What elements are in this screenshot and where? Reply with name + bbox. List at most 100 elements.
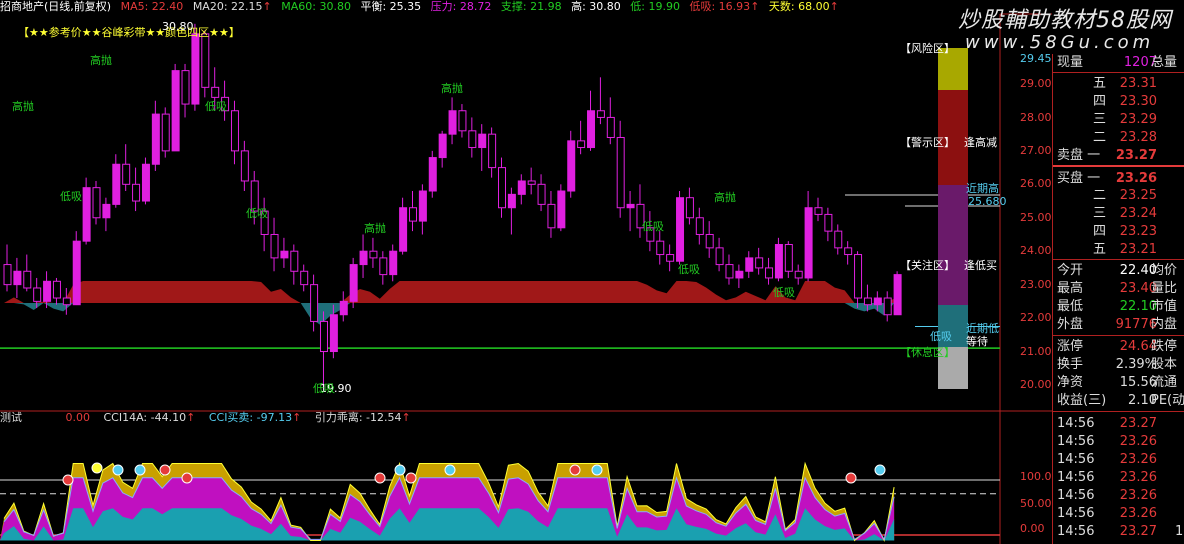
signal-dot <box>62 474 74 486</box>
tick-row: 14:56 23.26 <box>1057 488 1157 503</box>
bid-row[interactable]: 三 23.24 <box>1057 206 1184 222</box>
candle-body <box>705 233 714 249</box>
ma60-value: MA60: 30.80 <box>281 0 351 13</box>
candle-body <box>72 240 81 306</box>
candle-body <box>794 270 803 279</box>
bid-row[interactable]: 四 23.23 <box>1057 224 1184 240</box>
cci14a-value: CCI14A: -44.10↑ <box>103 411 196 424</box>
divider <box>1053 335 1184 336</box>
candle-body <box>23 270 32 289</box>
low-buy-marker: 低吸 <box>60 190 82 203</box>
candle-body <box>408 207 417 222</box>
signal-dot <box>405 472 417 484</box>
candle-body <box>517 180 526 195</box>
candle-body <box>478 133 487 149</box>
price-chart[interactable] <box>0 0 1052 544</box>
candle-body <box>824 213 833 232</box>
tick-row: 14:56 23.27 1 <box>1057 524 1184 539</box>
zone-watch-label: 【关注区】 <box>900 259 955 272</box>
candle-body <box>349 264 358 302</box>
candle-body <box>666 254 675 262</box>
ask-row[interactable]: 二 23.28 <box>1057 130 1184 146</box>
bid-row[interactable]: 二 23.25 <box>1057 188 1184 204</box>
low-absorb-value: 低吸: 16.93↑ <box>689 0 760 13</box>
stat-row: 最低 22.10 市值 <box>1057 299 1178 314</box>
main-header: 招商地产(日线,前复权) MA5: 22.40 MA20: 22.15↑ MA6… <box>0 0 845 14</box>
zone-risk-label: 【风险区】 <box>900 42 955 55</box>
price-axis-label: 20.00 <box>1020 378 1052 391</box>
candle-body <box>587 110 596 149</box>
candle-body <box>240 150 249 182</box>
price-axis-label: 27.00 <box>1020 144 1052 157</box>
candle-body <box>389 250 398 276</box>
signal-dot <box>159 464 171 476</box>
candle-body <box>498 167 507 209</box>
low-buy-marker: 低吸 <box>246 207 268 220</box>
candle-body <box>804 207 813 279</box>
candle-body <box>547 203 556 229</box>
ask-row[interactable]: 卖盘 一 23.27 <box>1057 148 1184 164</box>
high-value: 高: 30.80 <box>571 0 621 13</box>
bid-row[interactable]: 五 23.21 <box>1057 242 1184 258</box>
ask-row[interactable]: 五 23.31 <box>1057 76 1184 92</box>
signal-dot <box>91 462 103 474</box>
candle-body <box>290 250 299 272</box>
candle-body <box>863 297 872 306</box>
candle-body <box>270 233 279 259</box>
candle-body <box>13 270 22 286</box>
signal-dot <box>569 464 581 476</box>
candle-body <box>893 274 902 316</box>
candle-body <box>537 183 546 205</box>
high-sell-marker: 高抛 <box>714 191 736 204</box>
legend-banner: 【★★参考价★★谷峰彩带★★颜色四区★★】 <box>18 26 240 39</box>
candle-body <box>428 157 437 192</box>
candle-body <box>379 257 388 276</box>
candle-body <box>43 280 52 302</box>
candle-body <box>596 110 605 118</box>
candle-body <box>329 314 338 353</box>
divider <box>1053 259 1184 260</box>
candle-body <box>82 187 91 242</box>
days-value: 天数: 68.00↑ <box>768 0 839 13</box>
zone-near-high-value: 25.680 <box>968 195 1007 208</box>
zone-warning-label: 【警示区】 <box>900 136 955 149</box>
zone-watch-block <box>938 185 968 305</box>
balance-value: 平衡: 25.35 <box>360 0 422 13</box>
price-axis-label: 25.00 <box>1020 211 1052 224</box>
stock-chart-window: 招商地产(日线,前复权) MA5: 22.40 MA20: 22.15↑ MA6… <box>0 0 1184 544</box>
osc-axis-label: 50.00 <box>1020 497 1052 510</box>
candle-body <box>369 250 378 259</box>
tick-row: 14:56 23.26 <box>1057 434 1157 449</box>
indicator-name[interactable]: 测试 <box>0 411 22 424</box>
candle-body <box>854 254 863 299</box>
price-axis-label: 28.00 <box>1020 111 1052 124</box>
low-buy-marker: 低吸 <box>773 286 795 299</box>
candle-body <box>745 257 754 272</box>
watermark-title: 炒股輔助教材58股网 <box>958 8 1172 33</box>
candle-body <box>468 130 477 149</box>
current-volume-label: 现量 <box>1057 55 1084 70</box>
ask-row[interactable]: 三 23.29 <box>1057 112 1184 128</box>
signal-dot <box>112 464 124 476</box>
candle-body <box>211 86 220 98</box>
candle-body <box>656 240 665 256</box>
candle-body <box>3 264 12 286</box>
candle-body <box>122 163 131 185</box>
signal-dot <box>444 464 456 476</box>
sub-header: 测试 0.00 CCI14A: -44.10↑ CCI买卖: -97.13↑ 引… <box>0 411 421 425</box>
candle-body <box>319 320 328 353</box>
candle-body <box>567 140 576 192</box>
bid-row[interactable]: 买盘 一 23.26 <box>1057 171 1184 187</box>
candle-body <box>735 270 744 279</box>
peak-band <box>0 281 895 304</box>
candle-body <box>834 230 843 249</box>
candle-body <box>458 110 467 132</box>
ma5-value: MA5: 22.40 <box>120 0 184 13</box>
price-axis-label: 26.00 <box>1020 177 1052 190</box>
watermark-url: www.58Gu.com <box>965 32 1155 53</box>
low-buy-marker: 低吸 <box>205 100 227 113</box>
candle-body <box>102 203 111 219</box>
tick-row: 14:56 23.26 <box>1057 506 1157 521</box>
high-sell-marker: 高抛 <box>364 222 386 235</box>
ask-row[interactable]: 四 23.30 <box>1057 94 1184 110</box>
